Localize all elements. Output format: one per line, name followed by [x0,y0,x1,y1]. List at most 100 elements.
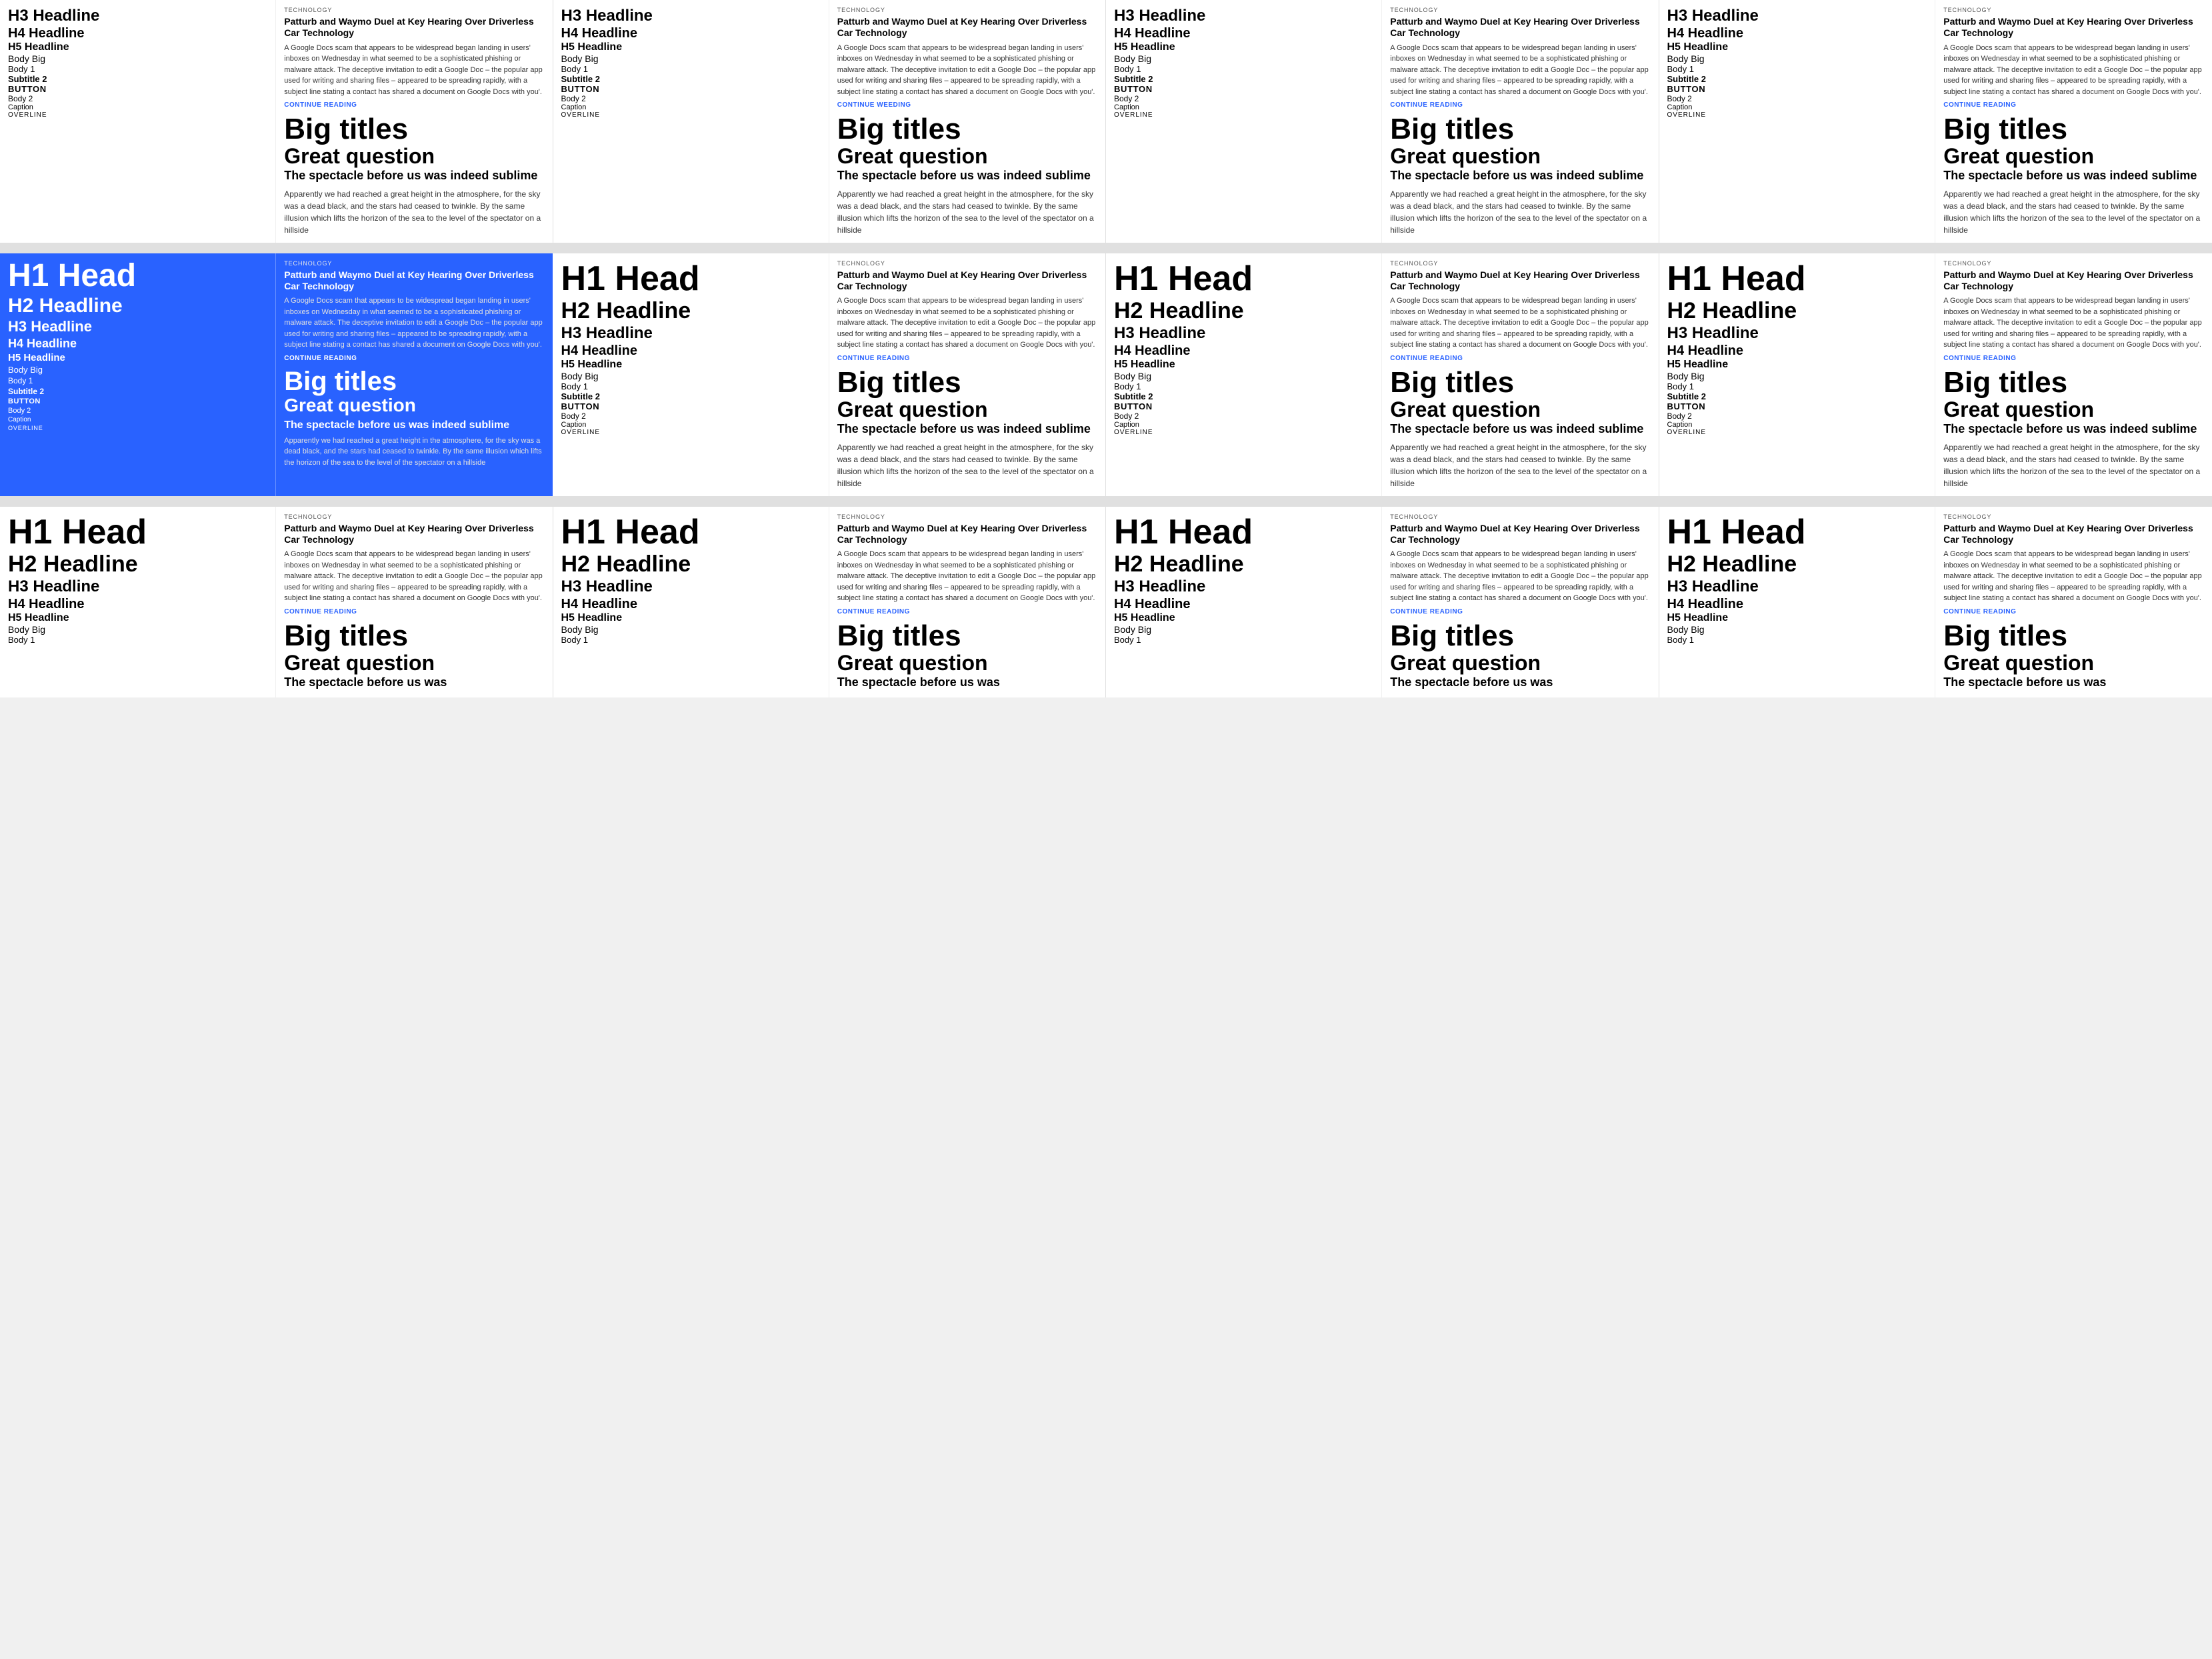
body2-label: Body 2 [8,94,267,103]
tag-r3-1: TECHNOLOGY [284,513,544,520]
body2-label: Body 2 [1667,94,1927,103]
h3-label: H3 Headline [1114,7,1373,26]
subtitle2-blue: Subtitle 2 [8,387,267,396]
cta-r3-2[interactable]: CONTINUE READING [837,608,1097,615]
continue-reading[interactable]: CONTINUE READING [284,101,544,109]
great-question: Great question [837,145,1097,168]
great-r3-3: Great question [1390,651,1650,675]
spectacle-text: The spectacle before us was indeed subli… [284,168,544,183]
h5-label: H5 Headline [561,41,821,53]
subtitle2-3: Subtitle 2 [1114,391,1373,401]
h4-headline-blue: H4 Headline [8,337,267,351]
caption-label: Caption [1667,103,1927,111]
button-4: BUTTON [1667,401,1927,411]
cell-1: H3 Headline H4 Headline H5 Headline Body… [0,0,553,243]
caption-label: Caption [1114,103,1373,111]
subtitle2-label: Subtitle 2 [561,74,821,84]
subtitle2-label: Subtitle 2 [1667,74,1927,84]
overline-label: OVERLINE [1114,111,1373,119]
cell-r3-3: H1 Head H2 Headline H3 Headline H4 Headl… [1106,507,1659,697]
cell-r2-4: H1 Head H2 Headline H3 Headline H4 Headl… [1659,253,2212,496]
h4-r3-4: H4 Headline [1667,597,1927,612]
display-right-3b: TECHNOLOGY Patturb and Waymo Duel at Key… [1382,253,1658,496]
h2-headline-3: H2 Headline [1114,298,1373,324]
bodybig-label: Body Big [561,53,821,64]
caption-3: Caption [1114,421,1373,429]
display-right-3: TECHNOLOGY Patturb and Waymo Duel at Key… [1382,0,1658,243]
bodybig-label: Body Big [1114,53,1373,64]
continue-reading-3[interactable]: CONTINUE READING [1390,101,1650,109]
body1-r3-2: Body 1 [561,635,821,645]
article-body: A Google Docs scam that appears to be wi… [1390,43,1650,98]
display-right-1: TECHNOLOGY Patturb and Waymo Duel at Key… [276,0,552,243]
cell-3: H3 Headline H4 Headline H5 Headline Body… [1106,0,1659,243]
continue-2[interactable]: CONTINUE READING [837,355,1097,362]
h2-headline-blue: H2 Headline [8,295,267,317]
button-2: BUTTON [561,401,821,411]
cell-r2-1: H1 Head H2 Headline H3 Headline H4 Headl… [0,253,553,496]
h2-r3-2: H2 Headline [561,551,821,577]
button-label: BUTTON [1667,84,1927,94]
divider-1 [0,248,2212,253]
bodybig-r3-3: Body Big [1114,624,1373,635]
body1-label: Body 1 [1667,64,1927,74]
cta-r3-3[interactable]: CONTINUE READING [1390,608,1650,615]
great-question: Great question [1943,145,2204,168]
body1-label: Body 1 [561,64,821,74]
big-r3-4: Big titles [1943,621,2204,651]
h4-label: H4 Headline [561,26,821,41]
h4-r3-2: H4 Headline [561,597,821,612]
atitle-r3-1: Patturb and Waymo Duel at Key Hearing Ov… [284,523,544,545]
h2-r3-3: H2 Headline [1114,551,1373,577]
h1-head-2: H1 Head [561,260,821,298]
atitle-r3-4: Patturb and Waymo Duel at Key Hearing Ov… [1943,523,2204,545]
cta-r3-4[interactable]: CONTINUE READING [1943,608,2204,615]
bodybig-blue: Body Big [8,365,267,375]
h1-head-blue: H1 Head [8,260,267,292]
h4-label: H4 Headline [8,26,267,41]
h5-headline-2: H5 Headline [561,359,821,371]
body1-4: Body 1 [1667,381,1927,391]
cta-r3-1[interactable]: CONTINUE READING [284,608,544,615]
continue-weeding[interactable]: CONTINUE WEEDING [837,101,1097,109]
article-tag: TECHNOLOGY [837,7,1097,13]
spectacle-text: The spectacle before us was indeed subli… [1943,168,2204,183]
article-title-2: Patturb and Waymo Duel at Key Hearing Ov… [837,269,1097,292]
spectacle-4: The spectacle before us was indeed subli… [1943,421,2204,437]
divider-2 [0,501,2212,507]
overline-label: OVERLINE [561,111,821,119]
body1-blue: Body 1 [8,376,267,385]
continue-3[interactable]: CONTINUE READING [1390,355,1650,362]
display-right-4: TECHNOLOGY Patturb and Waymo Duel at Key… [1935,0,2212,243]
big-r3-1: Big titles [284,621,544,651]
body1-r3-3: Body 1 [1114,635,1373,645]
h3-headline-2: H3 Headline [561,324,821,343]
big-titles-blue: Big titles [284,367,544,395]
h3-label: H3 Headline [8,7,267,26]
abody-r3-3: A Google Docs scam that appears to be wi… [1390,549,1650,604]
bodybig-label: Body Big [8,53,267,64]
great-q-blue: Great question [284,395,544,416]
abody-r3-4: A Google Docs scam that appears to be wi… [1943,549,2204,604]
continue-blue[interactable]: CONTINUE READING [284,355,544,362]
body-para: Apparently we had reached a great height… [837,188,1097,236]
h5-r3-1: H5 Headline [8,612,267,624]
article-body: A Google Docs scam that appears to be wi… [837,43,1097,98]
spectacle-3: The spectacle before us was indeed subli… [1390,421,1650,437]
big-titles: Big titles [837,114,1097,145]
overline-label: OVERLINE [8,111,267,119]
type-left-4: H3 Headline H4 Headline H5 Headline Body… [1659,0,1936,243]
great-question: Great question [284,145,544,168]
caption-label: Caption [561,103,821,111]
continue-reading-4[interactable]: CONTINUE READING [1943,101,2204,109]
big-titles-2: Big titles [837,367,1097,398]
continue-4[interactable]: CONTINUE READING [1943,355,2204,362]
body-para: Apparently we had reached a great height… [284,188,544,236]
article-tag-4: TECHNOLOGY [1943,260,2204,267]
subtitle2-2: Subtitle 2 [561,391,821,401]
bodybig-2: Body Big [561,371,821,381]
h3-label: H3 Headline [1667,7,1927,26]
body1-label: Body 1 [8,64,267,74]
h3-r3-4: H3 Headline [1667,577,1927,597]
h5-label: H5 Headline [1114,41,1373,53]
